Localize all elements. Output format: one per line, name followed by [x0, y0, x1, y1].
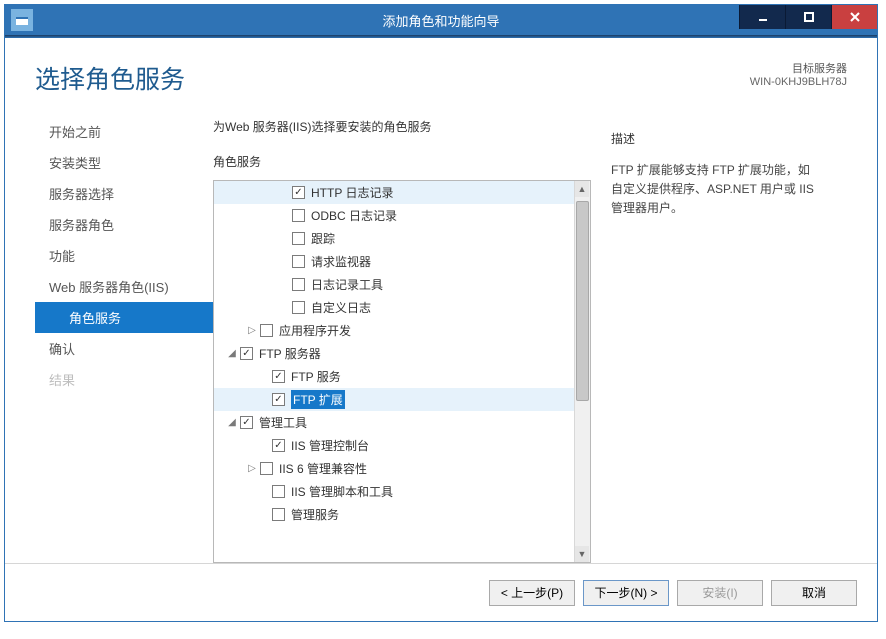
expander-icon: [278, 187, 290, 199]
tree-label: 自定义日志: [311, 299, 371, 316]
tree-label: HTTP 日志记录: [311, 184, 393, 201]
expander-icon: [258, 440, 270, 452]
expander-icon: [278, 302, 290, 314]
next-button[interactable]: 下一步(N) >: [583, 580, 669, 606]
tree-row-5[interactable]: 自定义日志: [214, 296, 574, 319]
tree-row-1[interactable]: ODBC 日志记录: [214, 204, 574, 227]
tree-label: 管理工具: [259, 414, 307, 431]
cancel-button[interactable]: 取消: [771, 580, 857, 606]
tree-label: IIS 管理脚本和工具: [291, 483, 393, 500]
nav-item-2[interactable]: 服务器选择: [35, 178, 213, 209]
tree-label: FTP 服务: [291, 368, 341, 385]
expander-icon: [278, 279, 290, 291]
tree-label: ODBC 日志记录: [311, 207, 397, 224]
tree-label: 应用程序开发: [279, 322, 351, 339]
tree-label: IIS 管理控制台: [291, 437, 369, 454]
checkbox[interactable]: [240, 416, 253, 429]
nav-item-7[interactable]: 确认: [35, 333, 213, 364]
checkbox[interactable]: [292, 301, 305, 314]
tree-scrollbar[interactable]: ▲ ▼: [574, 181, 590, 562]
target-server-block: 目标服务器 WIN-0KHJ9BLH78J: [750, 60, 847, 88]
expander-icon[interactable]: ▷: [246, 463, 258, 475]
nav-item-8: 结果: [35, 364, 213, 395]
checkbox[interactable]: [272, 439, 285, 452]
install-button[interactable]: 安装(I): [677, 580, 763, 606]
checkbox[interactable]: [292, 232, 305, 245]
expander-icon: [258, 486, 270, 498]
expander-icon: [278, 210, 290, 222]
tree-row-13[interactable]: IIS 管理脚本和工具: [214, 480, 574, 503]
expander-icon: [278, 256, 290, 268]
expander-icon[interactable]: ◢: [226, 417, 238, 429]
close-button[interactable]: [831, 5, 877, 29]
checkbox[interactable]: [292, 186, 305, 199]
tree-row-0[interactable]: HTTP 日志记录: [214, 181, 574, 204]
titlebar[interactable]: 添加角色和功能向导: [5, 5, 877, 35]
tree-row-10[interactable]: ◢ 管理工具: [214, 411, 574, 434]
expander-icon[interactable]: ▷: [246, 325, 258, 337]
tree-row-12[interactable]: ▷ IIS 6 管理兼容性: [214, 457, 574, 480]
page-title: 选择角色服务: [35, 60, 185, 96]
checkbox[interactable]: [260, 462, 273, 475]
minimize-button[interactable]: [739, 5, 785, 29]
expander-icon[interactable]: ◢: [226, 348, 238, 360]
instruction-text: 为Web 服务器(IIS)选择要安装的角色服务: [213, 112, 591, 141]
tree-row-8[interactable]: FTP 服务: [214, 365, 574, 388]
checkbox[interactable]: [272, 370, 285, 383]
tree-row-14[interactable]: 管理服务: [214, 503, 574, 526]
roles-heading: 角色服务: [213, 141, 591, 176]
role-services-tree: HTTP 日志记录 ODBC 日志记录跟踪请求监视器日志记录工具自定义日志 ▷ 应用程…: [213, 180, 591, 563]
nav-item-0[interactable]: 开始之前: [35, 116, 213, 147]
maximize-button[interactable]: [785, 5, 831, 29]
checkbox[interactable]: [292, 278, 305, 291]
nav-item-6[interactable]: 角色服务: [35, 302, 213, 333]
expander-icon: [258, 509, 270, 521]
description-heading: 描述: [611, 130, 821, 161]
tree-row-4[interactable]: 日志记录工具: [214, 273, 574, 296]
checkbox[interactable]: [272, 485, 285, 498]
scroll-thumb[interactable]: [576, 201, 589, 401]
nav-item-1[interactable]: 安装类型: [35, 147, 213, 178]
app-icon: [11, 9, 33, 31]
checkbox[interactable]: [240, 347, 253, 360]
tree-row-2[interactable]: 跟踪: [214, 227, 574, 250]
nav-item-4[interactable]: 功能: [35, 240, 213, 271]
tree-label: 管理服务: [291, 506, 339, 523]
tree-label: 跟踪: [311, 230, 335, 247]
tree-row-11[interactable]: IIS 管理控制台: [214, 434, 574, 457]
wizard-footer: < 上一步(P) 下一步(N) > 安装(I) 取消: [5, 563, 877, 621]
checkbox[interactable]: [292, 209, 305, 222]
checkbox[interactable]: [292, 255, 305, 268]
window-buttons: [739, 5, 877, 29]
wizard-window: 添加角色和功能向导 选择角色服务 目标服务器 WIN-0KHJ9BLH78J 开…: [4, 4, 878, 622]
tree-label: 请求监视器: [311, 253, 371, 270]
checkbox[interactable]: [260, 324, 273, 337]
scroll-up-button[interactable]: ▲: [575, 181, 589, 197]
tree-row-6[interactable]: ▷ 应用程序开发: [214, 319, 574, 342]
tree-row-9[interactable]: FTP 扩展: [214, 388, 574, 411]
target-server-name: WIN-0KHJ9BLH78J: [750, 76, 847, 88]
tree-row-3[interactable]: 请求监视器: [214, 250, 574, 273]
target-label: 目标服务器: [750, 60, 847, 76]
expander-icon: [278, 233, 290, 245]
scroll-down-button[interactable]: ▼: [575, 546, 589, 562]
expander-icon: [258, 394, 270, 406]
tree-label: FTP 服务器: [259, 345, 321, 362]
tree-label: IIS 6 管理兼容性: [279, 460, 367, 477]
tree-label: FTP 扩展: [291, 390, 345, 409]
nav-item-3[interactable]: 服务器角色: [35, 209, 213, 240]
description-text: FTP 扩展能够支持 FTP 扩展功能，如自定义提供程序、ASP.NET 用户或…: [611, 161, 821, 219]
nav-item-5[interactable]: Web 服务器角色(IIS): [35, 271, 213, 302]
expander-icon: [258, 371, 270, 383]
tree-row-7[interactable]: ◢ FTP 服务器: [214, 342, 574, 365]
checkbox[interactable]: [272, 393, 285, 406]
tree-label: 日志记录工具: [311, 276, 383, 293]
wizard-nav: 开始之前安装类型服务器选择服务器角色功能Web 服务器角色(IIS)角色服务确认…: [35, 106, 213, 563]
previous-button[interactable]: < 上一步(P): [489, 580, 575, 606]
checkbox[interactable]: [272, 508, 285, 521]
